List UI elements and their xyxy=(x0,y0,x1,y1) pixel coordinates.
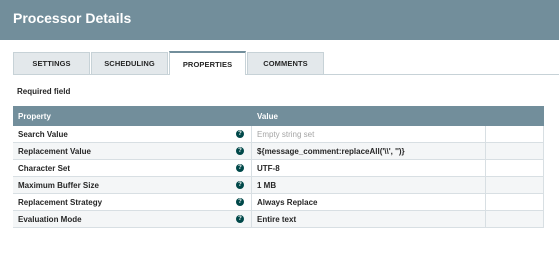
dialog-header: Processor Details xyxy=(0,0,559,40)
property-name: Search Value xyxy=(18,130,68,139)
tab-properties[interactable]: PROPERTIES xyxy=(169,51,246,75)
property-name: Replacement Strategy xyxy=(18,198,103,207)
property-value[interactable]: Always Replace xyxy=(257,198,317,207)
help-icon[interactable]: ? xyxy=(236,147,244,155)
required-field-label: Required field xyxy=(17,87,71,96)
property-name: Character Set xyxy=(18,164,71,173)
table-row[interactable]: Character Set ? UTF-8 xyxy=(13,160,544,177)
tab-bar-divider xyxy=(13,74,559,75)
column-divider xyxy=(251,177,252,193)
column-divider xyxy=(485,211,486,227)
tab-comments[interactable]: COMMENTS xyxy=(247,52,324,74)
property-value[interactable]: UTF-8 xyxy=(257,164,280,173)
table-row[interactable]: Replacement Strategy ? Always Replace xyxy=(13,194,544,211)
property-value[interactable]: 1 MB xyxy=(257,181,276,190)
property-name: Maximum Buffer Size xyxy=(18,181,99,190)
tab-bar: SETTINGS SCHEDULING PROPERTIES COMMENTS xyxy=(13,51,559,75)
column-divider xyxy=(485,160,486,176)
help-icon[interactable]: ? xyxy=(236,198,244,206)
property-value[interactable]: ${message_comment:replaceAll('\\', '')} xyxy=(257,147,405,156)
column-divider xyxy=(485,194,486,210)
table-right-border xyxy=(543,126,544,228)
properties-table: Property Value Search Value ? Empty stri… xyxy=(13,106,544,228)
column-header-value[interactable]: Value xyxy=(257,112,278,121)
help-icon[interactable]: ? xyxy=(236,164,244,172)
column-header-property[interactable]: Property xyxy=(18,112,51,121)
property-value[interactable]: Empty string set xyxy=(257,130,314,139)
help-icon[interactable]: ? xyxy=(236,181,244,189)
property-name: Evaluation Mode xyxy=(18,215,82,224)
table-header: Property Value xyxy=(13,106,544,126)
property-name: Replacement Value xyxy=(18,147,91,156)
column-divider xyxy=(251,143,252,159)
property-value[interactable]: Entire text xyxy=(257,215,296,224)
column-divider xyxy=(485,177,486,193)
column-divider xyxy=(251,194,252,210)
dialog-title: Processor Details xyxy=(13,10,132,26)
tab-settings[interactable]: SETTINGS xyxy=(13,52,90,74)
column-divider xyxy=(251,126,252,142)
help-icon[interactable]: ? xyxy=(236,130,244,138)
table-row[interactable]: Evaluation Mode ? Entire text xyxy=(13,211,544,228)
tab-scheduling[interactable]: SCHEDULING xyxy=(91,52,168,74)
column-divider xyxy=(485,126,486,142)
table-row[interactable]: Replacement Value ? ${message_comment:re… xyxy=(13,143,544,160)
column-divider xyxy=(251,211,252,227)
table-row[interactable]: Search Value ? Empty string set xyxy=(13,126,544,143)
table-row[interactable]: Maximum Buffer Size ? 1 MB xyxy=(13,177,544,194)
column-divider xyxy=(251,160,252,176)
column-divider xyxy=(485,143,486,159)
help-icon[interactable]: ? xyxy=(236,215,244,223)
